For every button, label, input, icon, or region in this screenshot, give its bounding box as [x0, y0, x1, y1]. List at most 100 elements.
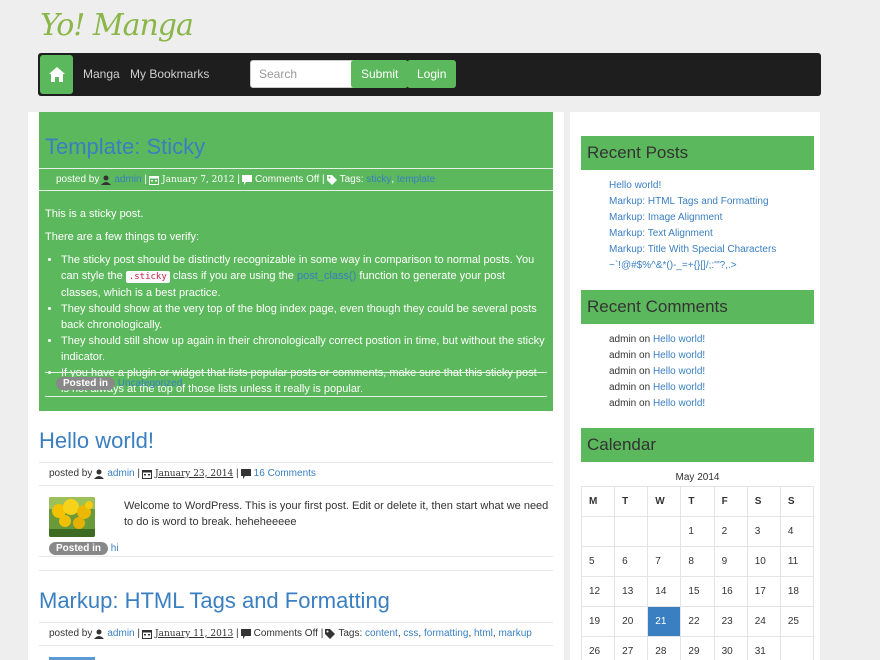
divider — [39, 622, 553, 623]
comment-post-link[interactable]: Hello world! — [653, 350, 705, 361]
calendar-empty-cell — [779, 636, 815, 660]
home-button[interactable] — [40, 55, 73, 94]
post-meta: posted by admin | January 7, 2012 | Comm… — [56, 174, 436, 185]
calendar-day: 5 — [580, 546, 616, 577]
comment-post-link[interactable]: Hello world! — [653, 382, 705, 393]
divider — [39, 570, 553, 571]
calendar-week: 26 27 28 29 30 31 — [580, 636, 815, 660]
calendar-empty-cell — [647, 516, 682, 547]
calendar-day: 25 — [779, 606, 815, 637]
post-date: January 23, 2014 — [155, 468, 234, 479]
recent-post-link[interactable]: Markup: Text Alignment — [609, 228, 713, 239]
list-item: admin on Hello world! — [609, 350, 706, 361]
calendar-day: 1 — [680, 516, 715, 547]
calendar-day: 13 — [614, 576, 649, 607]
calendar-day: 27 — [614, 636, 649, 660]
main-navbar: Manga My Bookmarks Submit Login — [38, 53, 821, 96]
tags-label: Tags: — [339, 174, 364, 185]
divider — [39, 645, 553, 646]
user-icon — [94, 629, 105, 639]
recent-post-link[interactable]: Hello world! — [609, 180, 661, 191]
divider — [45, 396, 547, 397]
recent-post-link[interactable]: Markup: Image Alignment — [609, 212, 722, 223]
calendar-day: 23 — [713, 606, 748, 637]
tag-link-css[interactable]: css — [403, 628, 418, 639]
tag-icon — [325, 628, 336, 639]
login-button[interactable]: Login — [407, 60, 457, 88]
post-title[interactable]: Hello world! — [39, 428, 154, 454]
sticky-class-code: .sticky — [125, 271, 170, 283]
sidebar: Recent Posts Hello world! Markup: HTML T… — [570, 112, 820, 660]
nav-manga[interactable]: Manga — [83, 67, 120, 81]
calendar-day: 9 — [713, 546, 748, 577]
comments-status: Comments Off — [254, 174, 320, 185]
tag-link-formatting[interactable]: formatting — [424, 628, 468, 639]
recent-posts-title: Recent Posts — [581, 136, 814, 170]
weekday-header: T — [614, 486, 649, 517]
calendar-empty-cell — [614, 516, 649, 547]
category-link[interactable]: Uncategorized — [118, 378, 182, 389]
sticky-paragraph-2: There are a few things to verify: — [45, 231, 200, 243]
comment-icon — [240, 628, 251, 639]
comment-post-link[interactable]: Hello world! — [653, 366, 705, 377]
calendar-caption: May 2014 — [675, 472, 720, 483]
recent-posts-list: Hello world! Markup: HTML Tags and Forma… — [609, 178, 776, 274]
category-link[interactable]: hi — [111, 543, 119, 554]
calendar-day: 3 — [746, 516, 781, 547]
calendar-icon — [142, 629, 153, 639]
tag-link-html[interactable]: html — [474, 628, 493, 639]
sticky-post-title[interactable]: Template: Sticky — [45, 134, 205, 160]
recent-comments-list: admin on Hello world! admin on Hello wor… — [609, 332, 705, 412]
comments-link[interactable]: 16 Comments — [254, 468, 316, 479]
divider — [39, 168, 553, 169]
list-item: The sticky post should be distinctly rec… — [61, 252, 547, 301]
calendar-week: 12 13 14 15 16 17 18 — [580, 576, 815, 607]
comment-post-link[interactable]: Hello world! — [653, 334, 705, 345]
calendar-empty-cell — [580, 516, 616, 547]
comment-icon — [241, 174, 252, 185]
author-link[interactable]: admin — [107, 468, 134, 479]
flowers-image — [49, 497, 95, 537]
calendar-day: 20 — [614, 606, 649, 637]
calendar-day: 17 — [746, 576, 781, 607]
weekday-header: S — [746, 486, 781, 517]
post-title[interactable]: Markup: HTML Tags and Formatting — [39, 588, 390, 614]
tag-link-content[interactable]: content — [365, 628, 398, 639]
tags-label: Tags: — [338, 628, 363, 639]
calendar-day: 11 — [779, 546, 815, 577]
calendar-icon — [142, 469, 153, 479]
post-excerpt: Welcome to WordPress. This is your first… — [124, 500, 549, 528]
tag-link-sticky[interactable]: sticky — [366, 174, 391, 185]
calendar-day: 2 — [713, 516, 748, 547]
post-categories: Posted in Uncategorized — [56, 377, 182, 390]
calendar-icon — [149, 175, 160, 185]
recent-post-link[interactable]: ~`!@#$%^&*()-_=+{}[]/;:'"?,.> — [609, 260, 737, 271]
list-item: They should still show up again in their… — [61, 333, 547, 365]
home-icon — [48, 67, 65, 82]
comment-post-link[interactable]: Hello world! — [653, 398, 705, 409]
nav-my-bookmarks[interactable]: My Bookmarks — [130, 67, 209, 81]
post-date: January 7, 2012 — [162, 174, 235, 185]
recent-post-link[interactable]: Markup: Title With Special Characters — [609, 244, 776, 255]
author-link[interactable]: admin — [107, 628, 134, 639]
weekday-header: T — [680, 486, 715, 517]
post-thumbnail[interactable] — [49, 497, 95, 537]
weekday-header: W — [647, 486, 682, 517]
list-item: admin on Hello world! — [609, 398, 706, 409]
divider — [39, 190, 553, 191]
calendar-day: 29 — [680, 636, 715, 660]
author-link[interactable]: admin — [114, 174, 141, 185]
post-date: January 11, 2013 — [155, 628, 234, 639]
calendar-week: 1234 — [580, 516, 815, 547]
submit-button[interactable]: Submit — [351, 60, 409, 88]
tag-link-template[interactable]: template — [397, 174, 435, 185]
posted-in-badge: Posted in — [49, 542, 109, 555]
user-icon — [94, 469, 105, 479]
posted-in-badge: Posted in — [56, 377, 116, 390]
recent-post-link[interactable]: Markup: HTML Tags and Formatting — [609, 196, 769, 207]
calendar-day: 30 — [713, 636, 748, 660]
comments-status: Comments Off — [253, 628, 318, 639]
tag-link-markup[interactable]: markup — [498, 628, 531, 639]
post-class-link[interactable]: post_class() — [297, 270, 356, 282]
site-logo[interactable]: Yo! Manga — [40, 8, 194, 43]
